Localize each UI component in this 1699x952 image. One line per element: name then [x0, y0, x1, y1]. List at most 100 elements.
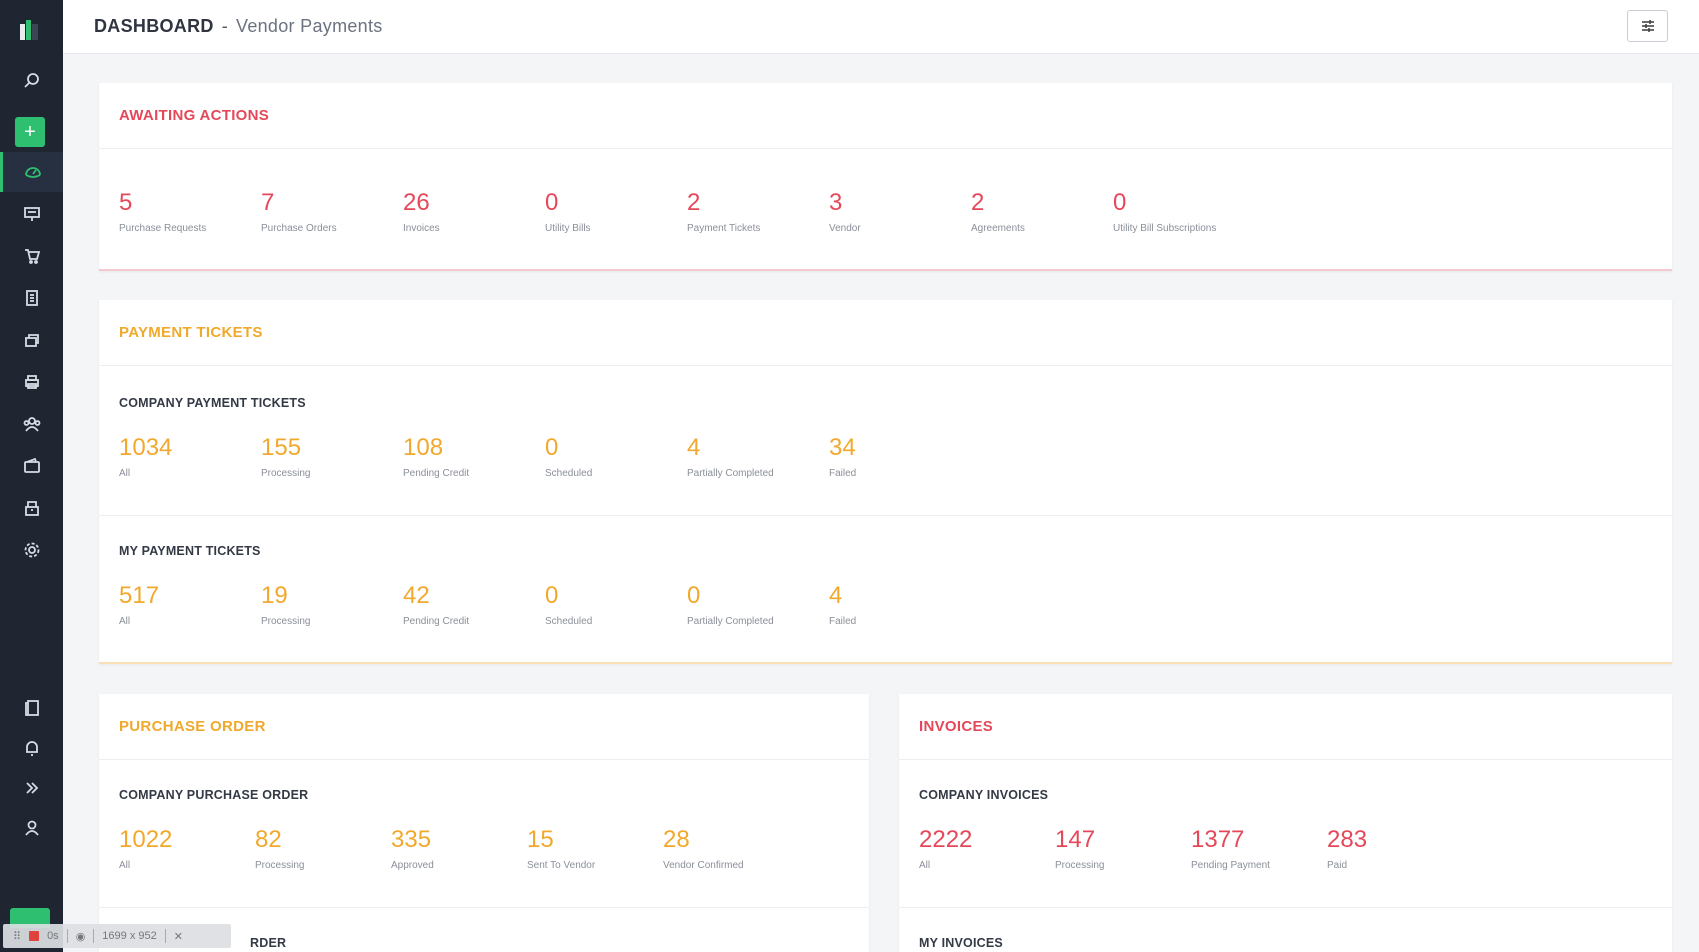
stat-value: 335	[391, 826, 432, 853]
add-button[interactable]: +	[15, 117, 45, 147]
expand-sidebar-button[interactable]	[0, 768, 63, 808]
sidebar-item-requests[interactable]	[0, 194, 63, 234]
stat-utility-bills[interactable]: 0 Utility Bills	[545, 189, 687, 234]
sidebar-item-vendors[interactable]	[0, 404, 63, 444]
cart-icon	[24, 249, 40, 264]
building-icon	[24, 501, 39, 516]
company-purchase-order-section: COMPANY PURCHASE ORDER 1022 All 82 Process…	[99, 760, 869, 908]
stat-vendor[interactable]: 3 Vendor	[829, 189, 971, 234]
card-accent-line	[99, 269, 1672, 271]
filter-settings-button[interactable]	[1627, 10, 1668, 42]
sidebar-item-purchase-orders[interactable]	[0, 236, 63, 276]
sidebar-item-dashboard[interactable]	[0, 152, 63, 192]
search-button[interactable]	[0, 60, 63, 100]
stat-all[interactable]: 2222 All	[919, 826, 1055, 871]
stat-all[interactable]: 1034 All	[119, 434, 261, 479]
stat-payment-tickets[interactable]: 2 Payment Tickets	[687, 189, 829, 234]
page-title: DASHBOARD - Vendor Payments	[94, 16, 383, 37]
stat-utility-bill-subscriptions[interactable]: 0 Utility Bill Subscriptions	[1113, 189, 1293, 234]
app-logo[interactable]	[18, 18, 44, 44]
sidebar-item-docs[interactable]	[0, 688, 63, 728]
sidebar-item-invoices[interactable]	[0, 278, 63, 318]
record-stop-button[interactable]	[29, 931, 40, 941]
requests-icon	[23, 207, 40, 221]
stat-label: Processing	[255, 860, 305, 871]
stat-label: Processing	[261, 468, 311, 479]
stat-agreements[interactable]: 2 Agreements	[971, 189, 1113, 234]
vendors-icon	[23, 417, 40, 432]
stat-value: 4	[687, 434, 701, 461]
stat-label: Vendor	[829, 223, 861, 234]
stat-processing[interactable]: 82 Processing	[255, 826, 391, 871]
sidebar-item-print[interactable]	[0, 362, 63, 402]
stat-label: Partially Completed	[687, 468, 774, 479]
stat-purchase-orders[interactable]: 7 Purchase Orders	[261, 189, 403, 234]
notifications-button[interactable]	[0, 728, 63, 768]
stat-approved[interactable]: 335 Approved	[391, 826, 527, 871]
bell-icon	[25, 741, 38, 756]
stat-processing[interactable]: 19 Processing	[261, 582, 403, 627]
drag-handle-icon[interactable]: ⠿	[13, 930, 21, 943]
stat-label: Approved	[391, 860, 434, 871]
stat-value: 517	[119, 582, 160, 609]
invoices-header: INVOICES	[899, 694, 1672, 760]
stat-value: 2222	[919, 826, 973, 853]
camera-icon[interactable]: ◉	[76, 930, 86, 943]
stat-label: Purchase Orders	[261, 223, 337, 234]
stat-label: All	[119, 616, 131, 627]
stat-label: Pending Credit	[403, 468, 470, 479]
stat-vendor-confirmed[interactable]: 28 Vendor Confirmed	[663, 826, 799, 871]
user-profile-button[interactable]	[0, 808, 63, 848]
stat-partially-completed[interactable]: 0 Partially Completed	[687, 582, 829, 627]
stat-all[interactable]: 1022 All	[119, 826, 255, 871]
stat-all[interactable]: 517 All	[119, 582, 261, 627]
stat-pending-credit[interactable]: 42 Pending Credit	[403, 582, 545, 627]
stat-failed[interactable]: 4 Failed	[829, 582, 971, 627]
company-invoices-section: COMPANY INVOICES 2222 All 147 Processing 1…	[899, 760, 1672, 908]
stat-label: Agreements	[971, 223, 1025, 234]
stat-scheduled[interactable]: 0 Scheduled	[545, 582, 687, 627]
stat-value: 1034	[119, 434, 173, 461]
stat-pending-credit[interactable]: 108 Pending Credit	[403, 434, 545, 479]
stat-value: 42	[403, 582, 430, 609]
stat-partially-completed[interactable]: 4 Partially Completed	[687, 434, 829, 479]
stat-label: Failed	[829, 468, 857, 479]
recorder-toolbar: ⠿ 0s ◉ 1699 x 952 ✕	[3, 924, 231, 948]
sidebar-item-wallet[interactable]	[0, 446, 63, 486]
stat-value: 108	[403, 434, 444, 461]
sidebar-item-bills[interactable]	[0, 320, 63, 360]
recording-time: 0s	[47, 930, 59, 942]
stat-value: 0	[545, 582, 559, 609]
stat-processing[interactable]: 155 Processing	[261, 434, 403, 479]
stat-pending-payment[interactable]: 1377 Pending Payment	[1191, 826, 1327, 871]
page-title-separator: -	[221, 16, 228, 36]
user-icon	[24, 820, 39, 836]
stat-sent-to-vendor[interactable]: 15 Sent To Vendor	[527, 826, 663, 871]
purchase-order-title: PURCHASE ORDER	[119, 718, 266, 735]
awaiting-actions-stats: 5 Purchase Requests 7 Purchase Orders 26 In…	[99, 149, 1672, 234]
stat-paid[interactable]: 283 Paid	[1327, 826, 1463, 871]
sidebar-item-company[interactable]	[0, 488, 63, 528]
stat-label: Utility Bill Subscriptions	[1113, 223, 1217, 234]
sidebar-item-settings[interactable]	[0, 530, 63, 570]
stat-purchase-requests[interactable]: 5 Purchase Requests	[119, 189, 261, 234]
recording-size: 1699 x 952	[102, 930, 157, 942]
stat-value: 147	[1055, 826, 1096, 853]
close-recorder-button[interactable]: ✕	[174, 930, 183, 943]
stat-label: Partially Completed	[687, 616, 774, 627]
stat-label: Processing	[1055, 860, 1105, 871]
stat-label: Failed	[829, 616, 857, 627]
docs-icon	[24, 700, 39, 716]
stat-value: 1377	[1191, 826, 1245, 853]
stat-scheduled[interactable]: 0 Scheduled	[545, 434, 687, 479]
stat-failed[interactable]: 34 Failed	[829, 434, 971, 479]
stat-label: Paid	[1327, 860, 1348, 871]
stat-invoices[interactable]: 26 Invoices	[403, 189, 545, 234]
dashboard-icon	[25, 167, 41, 178]
stat-processing[interactable]: 147 Processing	[1055, 826, 1191, 871]
stat-value: 1022	[119, 826, 173, 853]
my-payment-tickets-title: MY PAYMENT TICKETS	[119, 544, 261, 558]
stat-value: 82	[255, 826, 282, 853]
awaiting-actions-title: AWAITING ACTIONS	[119, 107, 270, 124]
stat-value: 26	[403, 189, 430, 216]
